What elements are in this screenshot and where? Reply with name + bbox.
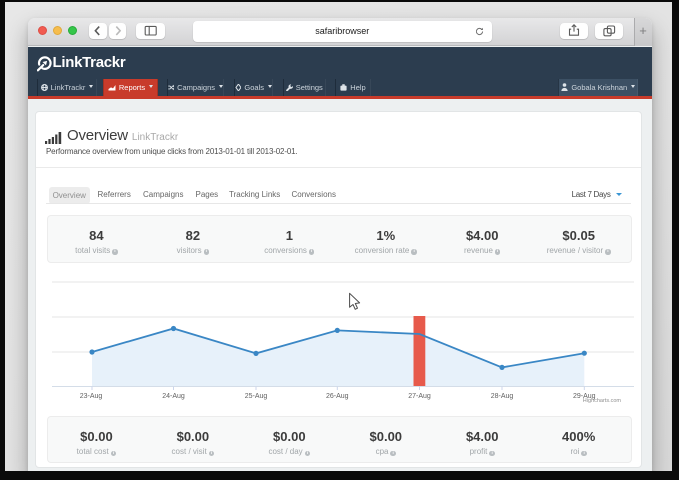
svg-text:23-Aug: 23-Aug <box>80 393 103 400</box>
svg-text:27-Aug: 27-Aug <box>408 393 431 400</box>
svg-text:24-Aug: 24-Aug <box>162 393 185 400</box>
svg-text:25-Aug: 25-Aug <box>245 393 268 400</box>
svg-text:28-Aug: 28-Aug <box>491 393 514 400</box>
svg-text:26-Aug: 26-Aug <box>326 393 349 400</box>
